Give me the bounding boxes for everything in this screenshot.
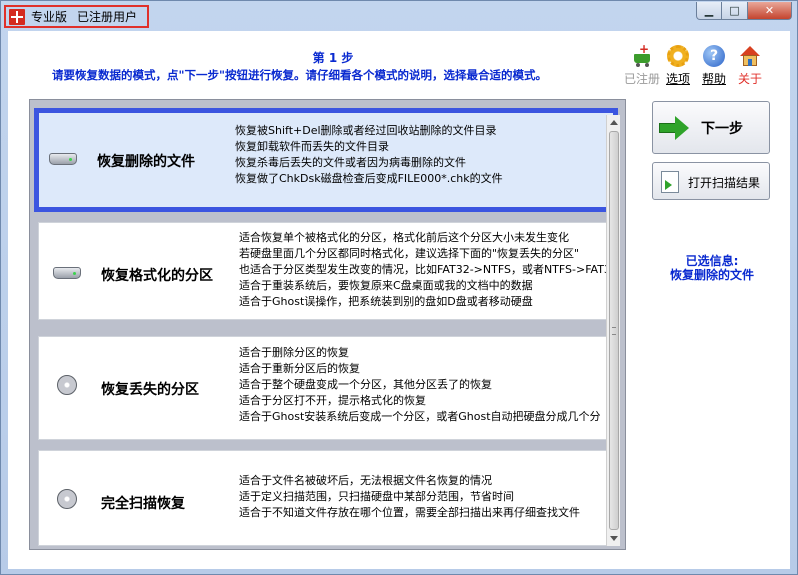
register-tool[interactable]: + 已注册 — [624, 43, 661, 87]
home-icon — [739, 45, 761, 67]
mode-list-scrollbar[interactable] — [606, 115, 620, 546]
about-label: 关于 — [737, 72, 762, 86]
hard-drive-icon — [49, 147, 77, 169]
mode-description: 恢复被Shift+Del删除或者经过回收站删除的文件目录 恢复卸载软件而丢失的文… — [235, 123, 611, 187]
mode-description: 适合于文件名被破坏后，无法根据文件名恢复的情况 适于定义扫描范围，只扫描硬盘中某… — [239, 473, 615, 521]
step-title: 第 1 步 — [312, 51, 354, 65]
mode-desc-line: 适合于整个硬盘变成一个分区，其他分区丢了的恢复 — [239, 378, 492, 391]
open-file-icon — [661, 171, 679, 193]
mode-desc-line: 恢复做了ChkDsk磁盘检查后变成FILE000*.chk的文件 — [235, 172, 503, 185]
mode-desc-line: 适于定义扫描范围，只扫描硬盘中某部分范围，节省时间 — [239, 490, 514, 503]
window-title: 专业版 已注册用户 — [31, 8, 147, 25]
mode-item-lost-partition[interactable]: 恢复丢失的分区 适合于删除分区的恢复 适合于重新分区后的恢复 适合于整个硬盘变成… — [38, 336, 614, 440]
mode-name: 完全扫描恢复 — [101, 496, 185, 512]
close-button[interactable]: ✕ — [748, 2, 792, 20]
register-label: 已注册 — [624, 72, 661, 86]
mode-name: 恢复删除的文件 — [97, 154, 195, 170]
mode-desc-line: 适合于不知道文件存放在哪个位置，需要全部扫描出来再仔细查找文件 — [239, 506, 580, 519]
mode-name: 恢复格式化的分区 — [101, 268, 213, 284]
step-description: 请要恢复数据的模式，点"下一步"按钮进行恢复。请仔细看各个模式的说明，选择最合适… — [52, 68, 547, 82]
next-step-label: 下一步 — [701, 121, 743, 137]
registered-label: 已注册用户 — [76, 10, 137, 24]
options-label: 选项 — [665, 72, 690, 86]
help-icon: ? — [703, 45, 725, 67]
edition-label: 专业版 — [30, 10, 67, 24]
mode-desc-line: 适合于Ghost安装系统后变成一个分区，或者Ghost自动把硬盘分成几个分 — [239, 410, 601, 423]
mode-desc-line: 也适合于分区类型发生改变的情况，比如FAT32->NTFS，或者NTFS->FA… — [239, 263, 611, 276]
open-scan-results-button[interactable]: 打开扫描结果 — [652, 162, 770, 200]
mode-desc-line: 适合于文件名被破坏后，无法根据文件名恢复的情况 — [239, 474, 492, 487]
mode-desc-line: 适合于Ghost误操作，把系统装到别的盘如D盘或者移动硬盘 — [239, 295, 533, 308]
title-box: 专业版 已注册用户 — [4, 5, 149, 28]
mode-list: 恢复删除的文件 恢复被Shift+Del删除或者经过回收站删除的文件目录 恢复卸… — [29, 99, 626, 550]
next-step-button[interactable]: 下一步 — [652, 101, 770, 154]
mode-desc-line: 适合于删除分区的恢复 — [239, 346, 349, 359]
mode-desc-line: 适合恢复单个被格式化的分区，格式化前后这个分区大小未发生变化 — [239, 231, 569, 244]
app-window: 专业版 已注册用户 ▁ □ ✕ 第 1 步 请要恢复数据的模式，点"下一步"按钮进… — [0, 0, 798, 575]
selected-info-value: 恢复删除的文件 — [669, 268, 754, 282]
window-controls: ▁ □ ✕ — [696, 2, 792, 20]
help-glyph: ? — [703, 45, 725, 67]
main-content: 第 1 步 请要恢复数据的模式，点"下一步"按钮进行恢复。请仔细看各个模式的说明… — [8, 31, 790, 569]
minimize-button[interactable]: ▁ — [696, 2, 722, 20]
app-logo-icon — [9, 8, 25, 25]
disc-drive-icon — [53, 489, 81, 511]
disc-drive-icon — [53, 375, 81, 397]
about-tool[interactable]: 关于 — [732, 45, 768, 87]
hard-drive-icon — [53, 261, 81, 283]
arrow-right-icon — [659, 116, 689, 140]
mode-desc-line: 恢复卸载软件而丢失的文件目录 — [235, 140, 389, 153]
mode-desc-line: 若硬盘里面几个分区都同时格式化，建议选择下面的"恢复丢失的分区" — [239, 247, 580, 260]
mode-desc-line: 恢复杀毒后丢失的文件或者因为病毒删除的文件 — [235, 156, 466, 169]
mode-item-full-scan[interactable]: 完全扫描恢复 适合于文件名被破坏后，无法根据文件名恢复的情况 适于定义扫描范围，… — [38, 450, 614, 546]
options-tool[interactable]: 选项 — [660, 45, 696, 87]
scroll-up-icon[interactable] — [610, 120, 618, 125]
help-label: 帮助 — [701, 72, 726, 86]
gear-icon — [667, 45, 689, 67]
mode-description: 适合于删除分区的恢复 适合于重新分区后的恢复 适合于整个硬盘变成一个分区，其他分… — [239, 345, 615, 425]
scroll-down-icon[interactable] — [610, 536, 618, 541]
help-tool[interactable]: ? 帮助 — [696, 45, 732, 87]
mode-description: 适合恢复单个被格式化的分区，格式化前后这个分区大小未发生变化 若硬盘里面几个分区… — [239, 230, 615, 310]
scroll-thumb[interactable] — [609, 131, 619, 530]
title-bar: 专业版 已注册用户 ▁ □ ✕ — [1, 1, 797, 31]
maximize-button[interactable]: □ — [722, 2, 748, 20]
mode-item-deleted-files[interactable]: 恢复删除的文件 恢复被Shift+Del删除或者经过回收站删除的文件目录 恢复卸… — [34, 108, 618, 212]
mode-item-formatted-partition[interactable]: 恢复格式化的分区 适合恢复单个被格式化的分区，格式化前后这个分区大小未发生变化 … — [38, 222, 614, 320]
mode-desc-line: 适合于重新分区后的恢复 — [239, 362, 360, 375]
mode-desc-line: 适合于分区打不开，提示格式化的恢复 — [239, 394, 426, 407]
mode-desc-line: 适合于重装系统后，要恢复原来C盘桌面或我的文档中的数据 — [239, 279, 533, 292]
open-scan-results-label: 打开扫描结果 — [688, 176, 761, 190]
shopping-cart-icon: + — [631, 43, 653, 67]
mode-name: 恢复丢失的分区 — [101, 382, 199, 398]
toolbar: + 已注册 选项 ? 帮助 关于 — [624, 43, 774, 87]
mode-desc-line: 恢复被Shift+Del删除或者经过回收站删除的文件目录 — [235, 124, 497, 137]
